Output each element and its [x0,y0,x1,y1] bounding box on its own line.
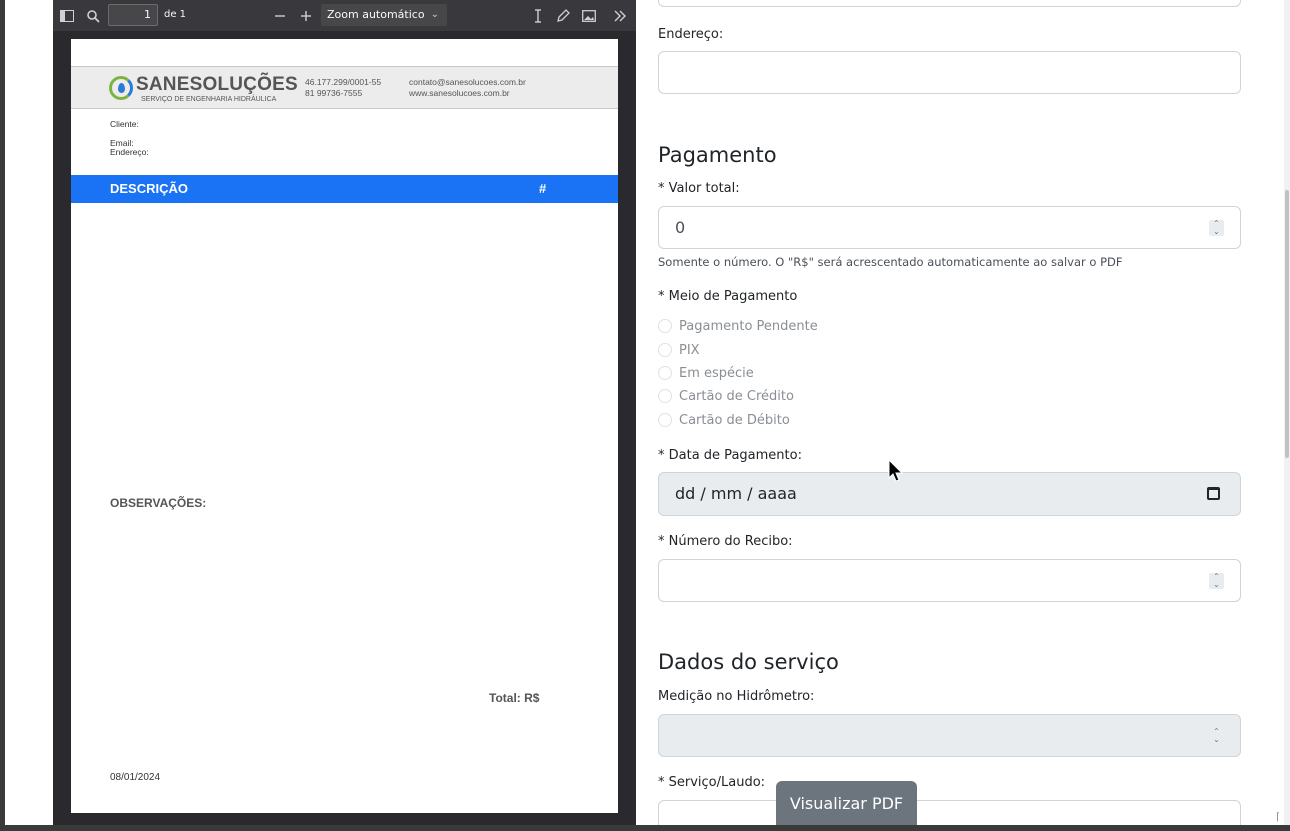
valor-total-label: * Valor total: [658,181,740,196]
previous-field-input[interactable] [658,0,1241,7]
numero-recibo-label: * Número do Recibo: [658,534,793,549]
valor-total-input[interactable]: 0 ⌃ ⌄ [658,206,1241,249]
radio-label: Cartão de Crédito [679,388,794,404]
radio-label: PIX [679,342,700,358]
brand-name: SANESOLUÇÕES [136,74,298,95]
numero-recibo-input[interactable]: ⌃ ⌄ [658,559,1241,602]
description-header-bar: DESCRIÇÃO # [71,175,618,203]
receipt-form: Endereço: Pagamento * Valor total: 0 ⌃ ⌄ … [636,0,1284,825]
brand-tagline: SERVIÇO DE ENGENHARIA HIDRÁULICA [141,96,277,103]
radio-circle-icon[interactable] [658,413,672,427]
data-pagamento-input[interactable]: dd / mm / aaaa [658,472,1241,516]
app-window: 1 de 1 Zoom automático ⌄ SANESOLUÇÕES SE… [0,0,1290,831]
number-spinner-icon[interactable]: ⌃ ⌄ [1209,728,1224,744]
pagamento-section-title: Pagamento [658,143,777,167]
company-website: www.sanesolucoes.com.br [409,88,510,98]
medicao-label: Medição no Hidrômetro: [658,689,815,704]
window-bottom-edge [0,825,1290,831]
radio-pagamento-pendente[interactable]: Pagamento Pendente [658,316,818,336]
pdf-toolbar: 1 de 1 Zoom automático ⌄ [53,0,636,31]
pdf-cliente-label: Cliente: [110,119,139,129]
visualizar-pdf-button[interactable]: Visualizar PDF [776,781,917,825]
company-cnpj: 46.177.299/0001-55 [305,77,382,87]
zoom-in-icon[interactable] [295,5,317,27]
radio-label: Pagamento Pendente [679,318,818,334]
scrollbar-thumb[interactable] [1285,190,1289,458]
pdf-date: 08/01/2024 [110,772,161,783]
page-count: de 1 [164,9,187,20]
radio-cartao-credito[interactable]: Cartão de Crédito [658,386,794,406]
description-header: DESCRIÇÃO [110,181,189,196]
radio-circle-icon[interactable] [658,389,672,403]
radio-circle-icon[interactable] [658,343,672,357]
scrollbar[interactable] [1284,0,1290,825]
draw-pencil-icon[interactable] [552,5,574,27]
pdf-page: SANESOLUÇÕES SERVIÇO DE ENGENHARIA HIDRÁ… [71,39,618,813]
more-tools-icon[interactable] [609,5,631,27]
dados-servico-section-title: Dados do serviço [658,650,839,674]
text-cursor-icon[interactable] [527,5,549,27]
water-drop-icon [118,83,125,93]
page-number-input[interactable]: 1 [108,4,158,26]
endereco-input[interactable] [658,51,1241,94]
number-spinner-icon[interactable]: ⌃ ⌄ [1209,220,1224,236]
pdf-endereco-label: Endereço: [110,147,149,157]
zoom-select-value: Zoom automático [327,8,425,21]
endereco-label: Endereço: [658,27,724,42]
radio-label: Cartão de Débito [679,412,790,428]
valor-total-value: 0 [675,218,686,237]
pdf-viewer: 1 de 1 Zoom automático ⌄ SANESOLUÇÕES SE… [53,0,636,825]
sidebar-toggle-icon[interactable] [56,5,78,27]
calendar-icon[interactable] [1207,487,1220,500]
radio-cartao-debito[interactable]: Cartão de Débito [658,410,790,430]
meio-pagamento-label: * Meio de Pagamento [658,289,798,304]
company-phone: 81 99736-7555 [305,88,363,98]
mouse-cursor-icon [888,459,904,482]
radio-label: Em espécie [679,365,754,381]
zoom-select[interactable]: Zoom automático ⌄ [321,4,447,26]
number-spinner-icon[interactable]: ⌃ ⌄ [1209,573,1224,589]
quantity-header: # [539,181,547,196]
servico-laudo-input[interactable] [658,800,1241,825]
company-email: contato@sanesolucoes.com.br [409,77,526,87]
observations-label: OBSERVAÇÕES: [110,496,207,510]
chevron-down-icon: ⌄ [430,9,439,20]
medicao-input[interactable]: ⌃ ⌄ [658,714,1241,757]
servico-laudo-label: * Serviço/Laudo: [658,775,766,790]
left-gutter [0,0,53,831]
image-icon[interactable] [578,5,600,27]
resize-grip-icon[interactable]: ⌈ [1276,812,1280,823]
pdf-letterhead: SANESOLUÇÕES SERVIÇO DE ENGENHARIA HIDRÁ… [71,66,618,109]
zoom-out-icon[interactable] [269,5,291,27]
valor-total-help: Somente o número. O "R$" será acrescenta… [658,255,1123,269]
radio-circle-icon[interactable] [658,319,672,333]
date-placeholder: dd / mm / aaaa [675,484,797,503]
data-pagamento-label: * Data de Pagamento: [658,448,802,463]
radio-pix[interactable]: PIX [658,340,700,360]
search-icon[interactable] [82,5,104,27]
total-label: Total: R$ [489,691,540,705]
radio-em-especie[interactable]: Em espécie [658,363,754,383]
radio-circle-icon[interactable] [658,366,672,380]
